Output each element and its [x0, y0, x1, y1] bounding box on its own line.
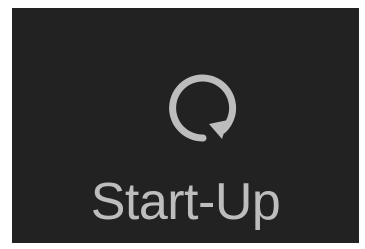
tile-label: Start-Up — [90, 173, 281, 231]
restart-icon — [159, 64, 243, 152]
startup-tile[interactable]: Start-Up — [12, 8, 359, 243]
